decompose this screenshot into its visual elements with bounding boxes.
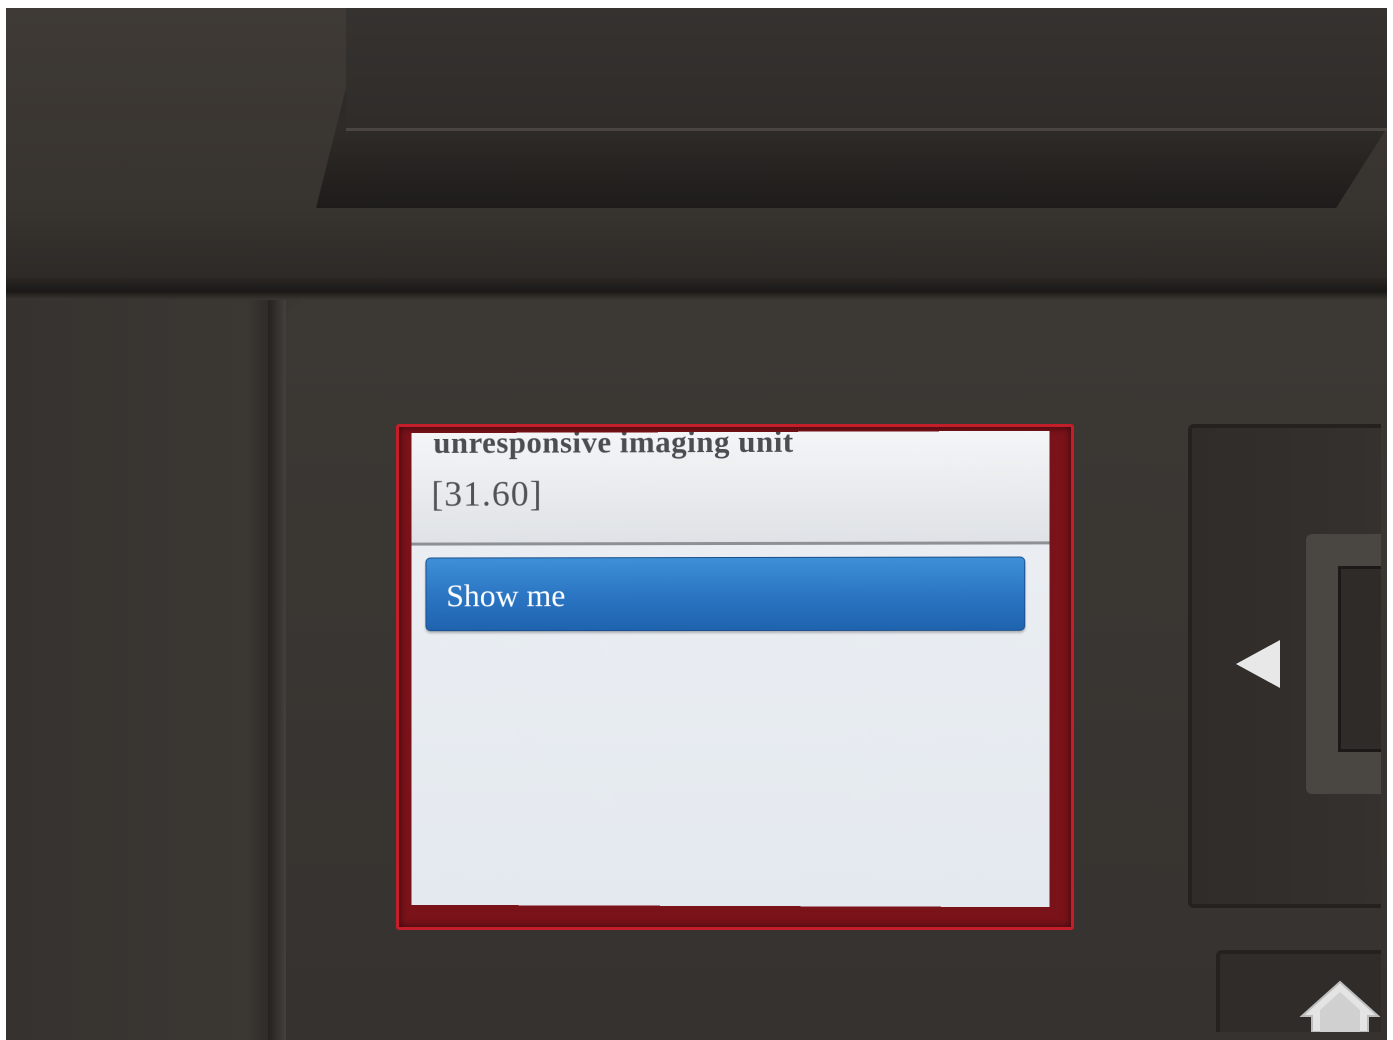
left-side-panel xyxy=(6,300,274,1040)
home-icon[interactable] xyxy=(1298,976,1381,1032)
message-header: unresponsive imaging unit [31.60] xyxy=(411,430,1050,546)
back-arrow-icon[interactable] xyxy=(1236,640,1280,688)
paper-output-lip xyxy=(346,8,1387,131)
left-panel-edge xyxy=(268,300,286,1040)
error-message: unresponsive imaging unit xyxy=(433,430,794,460)
touch-screen[interactable]: unresponsive imaging unit [31.60] Show m… xyxy=(411,430,1050,908)
screen-body: Show me xyxy=(411,544,1050,908)
housing-seam xyxy=(6,278,1387,300)
hardware-key[interactable] xyxy=(1338,566,1381,752)
show-me-button[interactable]: Show me xyxy=(425,556,1026,632)
error-code: [31.60] xyxy=(431,473,543,514)
